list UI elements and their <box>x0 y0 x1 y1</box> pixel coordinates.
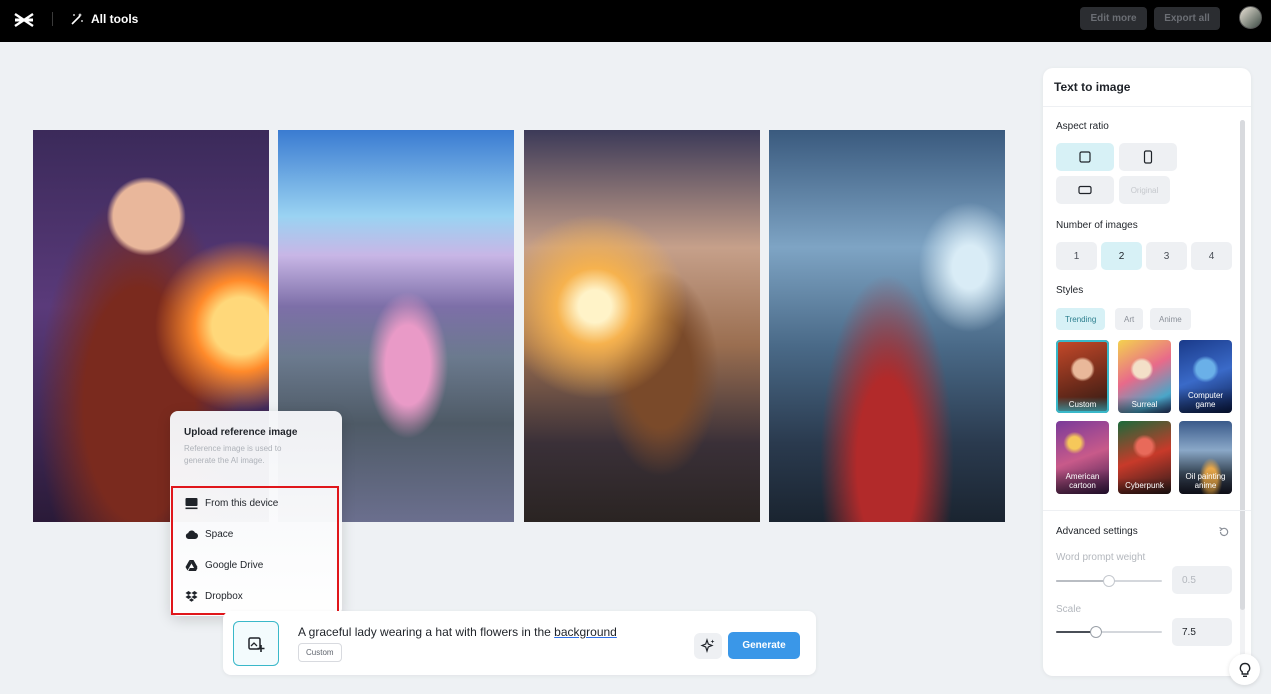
help-button[interactable] <box>1229 654 1260 685</box>
upload-option-device[interactable]: From this device <box>185 495 278 511</box>
scrollbar-thumb[interactable] <box>1240 120 1245 610</box>
aspect-square-button[interactable] <box>1056 143 1114 171</box>
reset-icon[interactable] <box>1218 526 1230 538</box>
square-ratio-icon <box>1079 151 1091 163</box>
sparkle-icon <box>700 638 715 653</box>
export-all-button[interactable]: Export all <box>1154 7 1220 30</box>
portrait-ratio-icon <box>1143 150 1153 164</box>
text-to-image-panel: Text to image Aspect ratio Original Numb… <box>1043 68 1251 676</box>
upload-option-label: From this device <box>205 497 279 509</box>
prompt-text-underlined: background <box>554 625 617 639</box>
style-oil-painting-anime[interactable]: Oil painting anime <box>1179 421 1232 494</box>
style-american-cartoon[interactable]: American cartoon <box>1056 421 1109 494</box>
style-label: Cyberpunk <box>1118 478 1171 494</box>
tab-trending[interactable]: Trending <box>1056 308 1106 330</box>
upload-option-dropbox[interactable]: Dropbox <box>185 588 243 604</box>
style-computer-game[interactable]: Computer game <box>1179 340 1232 413</box>
number-of-images-label: Number of images <box>1056 220 1138 231</box>
prompt-input[interactable]: A graceful lady wearing a hat with flowe… <box>298 625 617 639</box>
upload-option-space[interactable]: Space <box>185 526 233 542</box>
avatar[interactable] <box>1239 6 1262 29</box>
advanced-settings-label: Advanced settings <box>1056 526 1138 537</box>
style-cyberpunk[interactable]: Cyberpunk <box>1118 421 1171 494</box>
all-tools-button[interactable]: All tools <box>70 9 138 29</box>
number-option-3[interactable]: 3 <box>1146 242 1187 270</box>
style-label: Custom <box>1056 397 1109 413</box>
word-prompt-weight-slider[interactable] <box>1103 575 1115 587</box>
landscape-ratio-icon <box>1078 185 1092 195</box>
word-prompt-weight-value[interactable]: 0.5 <box>1172 566 1232 594</box>
style-custom[interactable]: Custom <box>1056 340 1109 413</box>
style-label: American cartoon <box>1056 469 1109 494</box>
prompt-bar: A graceful lady wearing a hat with flowe… <box>223 611 816 675</box>
cloud-icon <box>185 530 198 539</box>
generated-image-3[interactable] <box>524 130 760 522</box>
number-option-1[interactable]: 1 <box>1056 242 1097 270</box>
upload-popup-title: Upload reference image <box>184 427 298 438</box>
word-prompt-weight-label: Word prompt weight <box>1056 552 1146 563</box>
generate-button[interactable]: Generate <box>728 632 800 659</box>
lightbulb-icon <box>1239 662 1250 677</box>
all-tools-label: All tools <box>91 12 139 26</box>
aspect-original-button: Original <box>1119 176 1170 204</box>
magic-wand-icon <box>71 13 83 25</box>
device-icon <box>185 497 198 509</box>
divider <box>1043 106 1251 107</box>
upload-options-highlight: From this device Space Google Drive Drop… <box>171 486 339 615</box>
upload-reference-button[interactable] <box>233 621 279 666</box>
divider <box>1043 510 1251 511</box>
number-option-2[interactable]: 2 <box>1101 242 1142 270</box>
scale-slider[interactable] <box>1090 626 1102 638</box>
tab-anime[interactable]: Anime <box>1150 308 1191 330</box>
add-image-icon <box>248 636 265 652</box>
aspect-landscape-button[interactable] <box>1056 176 1114 204</box>
prompt-text-main: A graceful lady wearing a hat with flowe… <box>298 625 555 639</box>
word-prompt-weight-fill <box>1056 580 1109 582</box>
capcut-logo-icon[interactable] <box>13 9 35 31</box>
aspect-portrait-button[interactable] <box>1119 143 1177 171</box>
scale-value[interactable]: 7.5 <box>1172 618 1232 646</box>
upload-popup-description: Reference image is used to generate the … <box>184 444 282 465</box>
divider <box>52 12 53 26</box>
google-drive-icon <box>185 559 198 571</box>
generated-image-4[interactable] <box>769 130 1005 522</box>
top-bar: All tools Edit more Export all <box>0 0 1271 42</box>
panel-title: Text to image <box>1054 80 1131 94</box>
aspect-ratio-label: Aspect ratio <box>1056 121 1109 132</box>
upload-option-google-drive[interactable]: Google Drive <box>185 557 263 573</box>
upload-option-label: Space <box>205 528 234 540</box>
style-label: Oil painting anime <box>1179 469 1232 494</box>
styles-label: Styles <box>1056 285 1084 296</box>
enhance-prompt-button[interactable] <box>694 633 722 659</box>
style-tag[interactable]: Custom <box>298 643 342 662</box>
upload-option-label: Google Drive <box>205 559 264 571</box>
edit-more-button[interactable]: Edit more <box>1080 7 1147 30</box>
scale-label: Scale <box>1056 604 1082 615</box>
style-label: Computer game <box>1179 388 1232 413</box>
upload-option-label: Dropbox <box>205 590 243 602</box>
style-label: Surreal <box>1118 397 1171 413</box>
number-option-4[interactable]: 4 <box>1191 242 1232 270</box>
tab-art[interactable]: Art <box>1115 308 1144 330</box>
upload-reference-popup: Upload reference image Reference image i… <box>170 411 342 616</box>
dropbox-icon <box>185 590 198 602</box>
style-surreal[interactable]: Surreal <box>1118 340 1171 413</box>
